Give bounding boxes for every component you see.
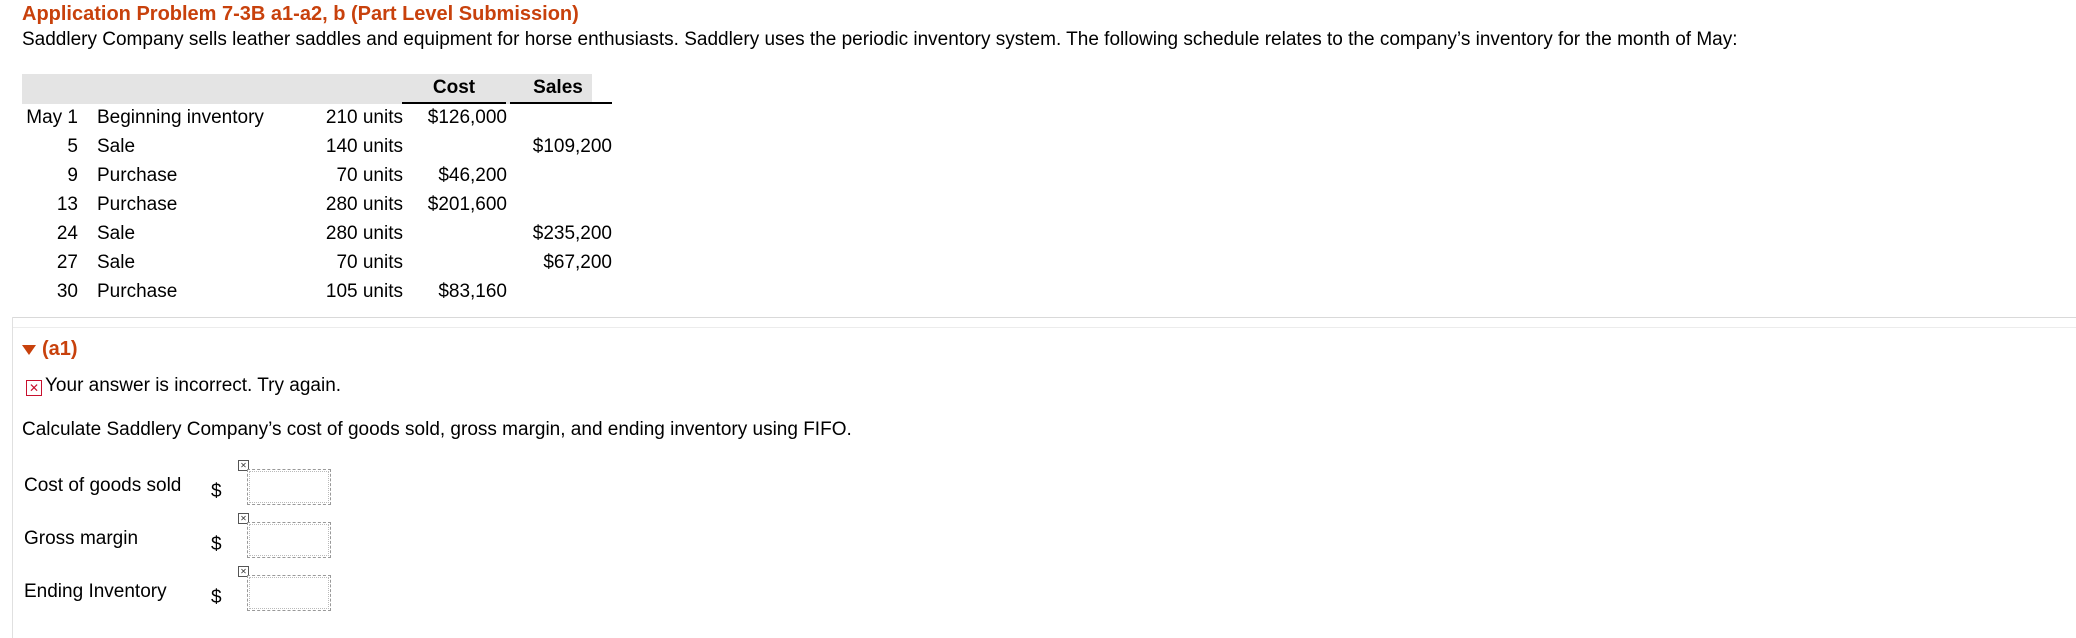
row-units: 105 units (325, 281, 403, 302)
row-desc: Sale (97, 223, 136, 244)
table-row: 13 Purchase 280 units $201,600 (22, 194, 592, 223)
row-sales: $235,200 (532, 223, 612, 244)
row-units: 280 units (325, 194, 403, 215)
row-desc: Purchase (97, 281, 178, 302)
header-cost: Cost (432, 77, 476, 98)
section-left-border (12, 317, 13, 638)
currency-sign: $ (211, 587, 222, 608)
currency-sign: $ (211, 481, 222, 502)
row-desc: Purchase (97, 194, 178, 215)
section-divider (12, 317, 2076, 318)
header-sales-underline (510, 102, 612, 104)
row-units: 70 units (336, 165, 403, 186)
feedback-message: ✕ Your answer is incorrect. Try again. (26, 375, 341, 397)
triangle-down-icon (22, 344, 36, 355)
header-cost-underline (402, 102, 506, 104)
table-row: 5 Sale 140 units $109,200 (22, 136, 612, 165)
table-row: 27 Sale 70 units $67,200 (22, 252, 612, 281)
row-desc: Sale (97, 252, 136, 273)
row-units: 140 units (325, 136, 403, 157)
row-cost: $126,000 (427, 107, 507, 128)
row-day: 24 (56, 223, 78, 244)
row-units: 210 units (325, 107, 403, 128)
ending-inventory-label: Ending Inventory (24, 581, 167, 602)
row-units: 70 units (336, 252, 403, 273)
row-sales: $67,200 (543, 252, 612, 273)
problem-title: Application Problem 7-3B a1-a2, b (Part … (22, 3, 579, 25)
row-day: 27 (56, 252, 78, 273)
row-cost: $46,200 (438, 165, 507, 186)
cogs-label: Cost of goods sold (24, 475, 182, 496)
ending-inventory-input[interactable] (247, 575, 331, 611)
table-row: May 1 Beginning inventory 210 units $126… (22, 107, 592, 136)
row-desc: Beginning inventory (97, 107, 264, 128)
row-sales: $109,200 (532, 136, 612, 157)
row-day: May 1 (26, 107, 78, 128)
cogs-input[interactable] (247, 469, 331, 505)
row-cost: $83,160 (438, 281, 507, 302)
header-sales: Sales (533, 77, 583, 98)
x-box-icon: ✕ (26, 380, 42, 396)
part-a1-label: (a1) (42, 338, 78, 360)
row-desc: Sale (97, 136, 136, 157)
currency-sign: $ (211, 534, 222, 555)
row-units: 280 units (325, 223, 403, 244)
feedback-text: Your answer is incorrect. Try again. (45, 375, 342, 396)
table-row: 9 Purchase 70 units $46,200 (22, 165, 592, 194)
row-desc: Purchase (97, 165, 178, 186)
part-a1-toggle[interactable]: (a1) (22, 338, 78, 361)
gross-margin-input[interactable] (247, 522, 331, 558)
gross-margin-label: Gross margin (24, 528, 139, 549)
row-day: 5 (67, 136, 78, 157)
problem-intro: Saddlery Company sells leather saddles a… (22, 29, 1738, 50)
row-day: 9 (67, 165, 78, 186)
row-cost: $201,600 (427, 194, 507, 215)
section-divider-inner (12, 327, 2076, 328)
row-day: 13 (56, 194, 78, 215)
question-text: Calculate Saddlery Company’s cost of goo… (22, 419, 852, 440)
row-day: 30 (56, 281, 78, 302)
table-row: 24 Sale 280 units $235,200 (22, 223, 612, 252)
table-row: 30 Purchase 105 units $83,160 (22, 281, 592, 310)
